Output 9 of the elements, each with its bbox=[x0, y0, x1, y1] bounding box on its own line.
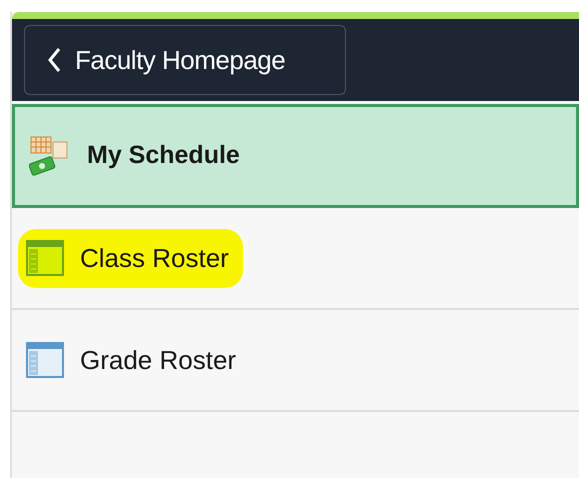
window-icon bbox=[26, 342, 64, 378]
menu-item-label: Grade Roster bbox=[79, 344, 236, 376]
back-button[interactable]: Faculty Homepage bbox=[24, 25, 346, 95]
menu-item-label: My Schedule bbox=[86, 140, 240, 172]
menu-item[interactable]: Class Roster bbox=[12, 208, 579, 310]
window-icon bbox=[26, 240, 64, 276]
chevron-left-icon bbox=[47, 47, 61, 73]
menu-item[interactable]: My Schedule bbox=[12, 104, 579, 208]
menu-item[interactable]: Grade Roster bbox=[12, 310, 579, 412]
